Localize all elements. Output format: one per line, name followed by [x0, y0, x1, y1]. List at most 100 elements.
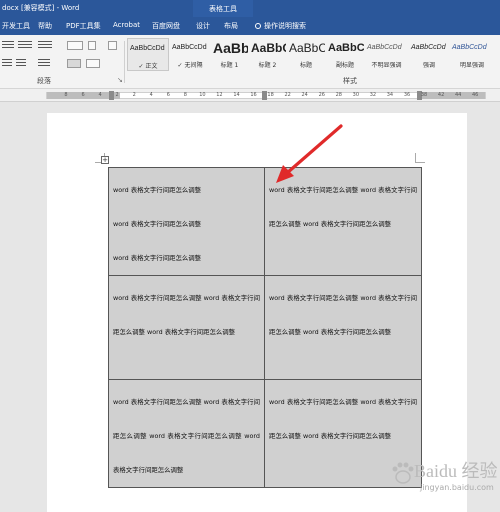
ruler-number: 4	[149, 92, 153, 98]
style-name: ✓ 正文	[138, 63, 158, 70]
table-move-handle-icon[interactable]: +	[101, 156, 109, 164]
multilevel-list-icon[interactable]	[38, 41, 52, 50]
tab-layout[interactable]: 布局	[224, 21, 238, 31]
style-subtle-emphasis[interactable]: AaBbCcDd 不明显强调	[365, 38, 408, 71]
style-name: 标题	[299, 62, 312, 69]
ruler-number: 32	[369, 92, 377, 98]
tab-help[interactable]: 帮助	[38, 21, 52, 31]
ruler-number: 36	[403, 92, 411, 98]
cell-paragraph: word 表格文字行间距怎么调整 word 表格文字行间距怎么调整 word 表…	[269, 294, 417, 336]
ruler-number: 8	[183, 92, 187, 98]
table-cell[interactable]: word 表格文字行间距怎么调整 word 表格文字行间距怎么调整 word 表…	[108, 379, 265, 488]
tab-developer[interactable]: 开发工具	[2, 21, 30, 31]
shading-icon[interactable]	[67, 59, 81, 68]
table-cell[interactable]: word 表格文字行间距怎么调整 word 表格文字行间距怎么调整 word 表…	[264, 275, 422, 380]
style-emphasis[interactable]: AaBbCcDd 强调	[409, 38, 449, 71]
ruler-number: 44	[454, 92, 462, 98]
group-separator	[124, 41, 125, 83]
document-page[interactable]: + word 表格文字行间距怎么调整 word 表格文字行间距怎么调整 word…	[47, 113, 467, 512]
cell-paragraph: word 表格文字行间距怎么调整 word 表格文字行间距怎么调整 word 表…	[269, 186, 417, 228]
ruler-number: 42	[437, 92, 445, 98]
ruler-number: 14	[233, 92, 240, 98]
ribbon-tabs: 开发工具 帮助 PDF工具集 Acrobat 百度网盘 设计 布局 操作说明搜索	[0, 17, 500, 35]
ruler-number: 12	[216, 92, 223, 98]
show-marks-icon[interactable]	[108, 41, 117, 50]
tell-me-label: 操作说明搜索	[264, 22, 306, 30]
window-title: docx [兼容模式] - Word	[2, 4, 80, 12]
style-normal[interactable]: AaBbCcDd ✓ 正文	[127, 38, 169, 71]
table-cell[interactable]: word 表格文字行间距怎么调整 word 表格文字行间距怎么调整 word 表…	[264, 167, 422, 276]
line-spacing-icon[interactable]	[38, 59, 50, 68]
style-name: 标题 2	[258, 62, 277, 69]
paragraph-dialog-launcher-icon[interactable]: ↘	[117, 76, 123, 84]
style-name: 副标题	[335, 62, 354, 69]
style-sample: AaBb	[213, 40, 248, 56]
numbering-icon[interactable]	[18, 41, 32, 50]
ruler-column-marker[interactable]	[109, 91, 114, 100]
tab-design[interactable]: 设计	[196, 21, 210, 31]
ruler-number: 2	[115, 92, 119, 98]
style-no-spacing[interactable]: AaBbCcDd ✓ 无间隔	[170, 38, 210, 71]
ruler-number: 10	[199, 92, 206, 98]
baidu-jingyan-watermark: Baidu 经验 jingyan.baidu.com	[384, 455, 500, 505]
cell-paragraph: word 表格文字行间距怎么调整 word 表格文字行间距怎么调整 word 表…	[113, 398, 260, 474]
align-center-icon[interactable]	[16, 59, 26, 68]
tab-acrobat[interactable]: Acrobat	[113, 21, 140, 29]
align-left-icon[interactable]	[2, 59, 12, 68]
cell-paragraph: word 表格文字行间距怎么调整	[113, 220, 202, 228]
style-title[interactable]: AaBbC 标题	[287, 38, 325, 71]
ribbon: 段落 ↘ AaBbCcDd ✓ 正文 AaBbCcDd ✓ 无间隔 AaBb 标…	[0, 35, 500, 89]
style-name: ✓ 无间隔	[177, 62, 203, 69]
watermark-url: jingyan.baidu.com	[420, 483, 494, 492]
style-sample: AaBbC	[289, 41, 325, 55]
cell-paragraph: word 表格文字行间距怎么调整 word 表格文字行间距怎么调整 word 表…	[113, 294, 260, 336]
table-cell[interactable]: word 表格文字行间距怎么调整 word 表格文字行间距怎么调整 word 表…	[108, 167, 265, 276]
ruler-number: 2	[132, 92, 136, 98]
document-table[interactable]: word 表格文字行间距怎么调整 word 表格文字行间距怎么调整 word 表…	[108, 167, 422, 488]
ruler-number: 30	[352, 92, 360, 98]
style-name: 标题 1	[220, 62, 239, 69]
style-sample: AaBbCcDd	[367, 44, 402, 51]
style-sample: AaBbC	[251, 41, 286, 55]
styles-gallery: AaBbCcDd ✓ 正文 AaBbCcDd ✓ 无间隔 AaBb 标题 1 A…	[127, 38, 500, 74]
bullets-icon[interactable]	[2, 41, 14, 50]
style-intense-emphasis[interactable]: AaBbCcDd 明显强调	[450, 38, 494, 71]
ruler-column-marker[interactable]	[262, 91, 267, 100]
style-name: 不明显强调	[371, 62, 402, 69]
style-heading-1[interactable]: AaBb 标题 1	[211, 38, 248, 71]
tell-me-search[interactable]: 操作说明搜索	[255, 21, 306, 31]
style-name: 强调	[422, 62, 435, 69]
ruler-number: 22	[284, 92, 291, 98]
borders-icon[interactable]	[86, 59, 100, 68]
style-sample: AaBbCcDd	[130, 45, 165, 52]
ruler-number: 34	[386, 92, 394, 98]
style-name: 明显强调	[459, 62, 484, 69]
watermark-text: Baidu 经验	[414, 461, 498, 481]
style-sample: AaBbCcDd	[172, 44, 207, 51]
tab-baidu-netdisk[interactable]: 百度网盘	[152, 21, 180, 31]
styles-group-label: 样式	[343, 77, 357, 85]
lightbulb-icon	[255, 23, 261, 29]
cell-paragraph: word 表格文字行间距怎么调整 word 表格文字行间距怎么调整 word 表…	[269, 398, 417, 440]
ruler-number: 24	[301, 92, 308, 98]
style-subtitle[interactable]: AaBbC 副标题	[326, 38, 364, 71]
chinese-layout-icon[interactable]	[67, 41, 83, 50]
table-row: word 表格文字行间距怎么调整 word 表格文字行间距怎么调整 word 表…	[108, 275, 422, 380]
style-sample: AaBbCcDd	[411, 44, 446, 51]
table-row: word 表格文字行间距怎么调整 word 表格文字行间距怎么调整 word 表…	[108, 379, 422, 488]
ruler-number: 6	[166, 92, 170, 98]
horizontal-ruler[interactable]: 8 6 4 2 2 4 6 8 10 12 14 16 18 22 24 26 28 30 32 34 36 38 42 44…	[0, 89, 500, 102]
ruler-number: 38	[420, 92, 428, 98]
cell-paragraph: word 表格文字行间距怎么调整	[113, 186, 202, 194]
tab-pdf-tools[interactable]: PDF工具集	[66, 21, 101, 31]
sort-icon[interactable]	[88, 41, 96, 50]
style-heading-2[interactable]: AaBbC 标题 2	[249, 38, 286, 71]
table-cell[interactable]: word 表格文字行间距怎么调整 word 表格文字行间距怎么调整 word 表…	[108, 275, 265, 380]
title-bar: docx [兼容模式] - Word 表格工具	[0, 0, 500, 17]
cell-paragraph: word 表格文字行间距怎么调整	[113, 254, 202, 262]
ruler-number: 18	[267, 92, 274, 98]
ruler-number: 6	[81, 92, 85, 98]
ruler-number: 4	[98, 92, 102, 98]
ruler-number: 46	[472, 92, 479, 98]
ruler-number: 26	[318, 92, 325, 98]
